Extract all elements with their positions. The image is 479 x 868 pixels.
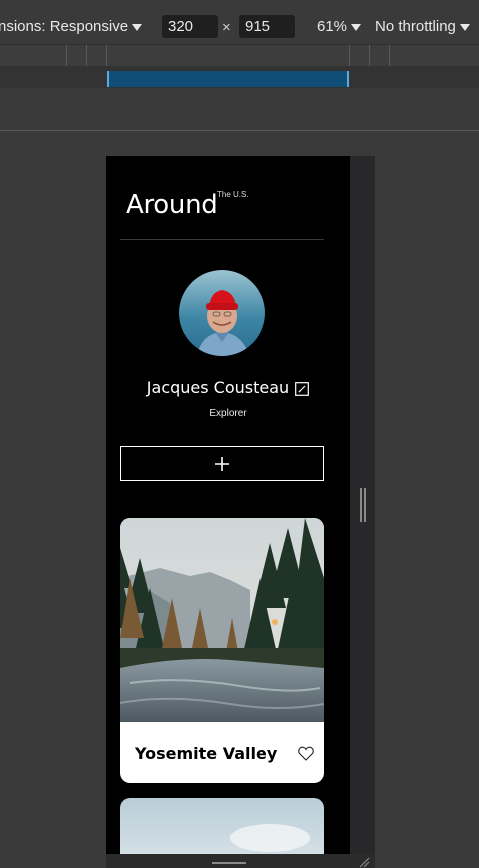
active-media-query[interactable] — [107, 71, 349, 87]
width-input[interactable]: 320 — [162, 15, 218, 38]
viewport-bottom-gutter — [106, 854, 375, 868]
times-separator: × — [222, 19, 231, 36]
brand-logo[interactable]: Around — [126, 190, 218, 220]
zoom-dropdown[interactable]: 61% — [317, 18, 362, 35]
ruler-tick — [389, 45, 390, 67]
header-divider — [120, 239, 324, 240]
profile-role: Explorer — [209, 408, 247, 419]
bottom-resize-handle[interactable] — [212, 862, 246, 864]
ruler-tick — [369, 45, 370, 67]
profile-name: Jacques Cousteau — [146, 378, 290, 397]
caret-down-icon — [459, 23, 470, 31]
dimensions-label: nsions: Responsive — [0, 18, 129, 35]
ruler-tick — [349, 45, 350, 67]
add-place-button[interactable] — [120, 446, 324, 481]
caret-down-icon — [351, 23, 362, 31]
card-title: Yosemite Valley — [135, 744, 278, 763]
avatar[interactable] — [179, 270, 265, 356]
emulated-viewport: Around The U.S. Jacques Cousteau Explore… — [106, 156, 350, 868]
height-input[interactable]: 915 — [239, 15, 295, 38]
place-card[interactable]: Yosemite Valley — [120, 518, 324, 783]
plus-icon — [215, 456, 229, 471]
corner-resize-handle[interactable] — [358, 856, 370, 868]
heart-icon[interactable] — [298, 746, 314, 761]
toolbar-divider — [0, 130, 479, 131]
media-query-ruler[interactable] — [0, 44, 479, 67]
caret-down-icon — [132, 23, 143, 31]
ruler-tick — [66, 45, 67, 67]
avatar-photo — [179, 270, 265, 356]
dimensions-dropdown[interactable]: nsions: Responsive — [0, 18, 143, 35]
ruler-tick — [86, 45, 87, 67]
right-resize-handle[interactable] — [360, 488, 366, 522]
brand-superscript: The U.S. — [217, 190, 249, 199]
throttling-dropdown[interactable]: No throttling — [375, 18, 470, 35]
profile-name-row: Jacques Cousteau — [106, 378, 350, 397]
throttling-label: No throttling — [375, 18, 456, 35]
device-toolbar: nsions: Responsive 320 × 915 61% No thro… — [0, 0, 479, 40]
ruler-tick — [106, 45, 107, 67]
card-image[interactable] — [120, 518, 324, 722]
edit-icon[interactable] — [295, 381, 310, 396]
zoom-label: 61% — [317, 18, 348, 35]
